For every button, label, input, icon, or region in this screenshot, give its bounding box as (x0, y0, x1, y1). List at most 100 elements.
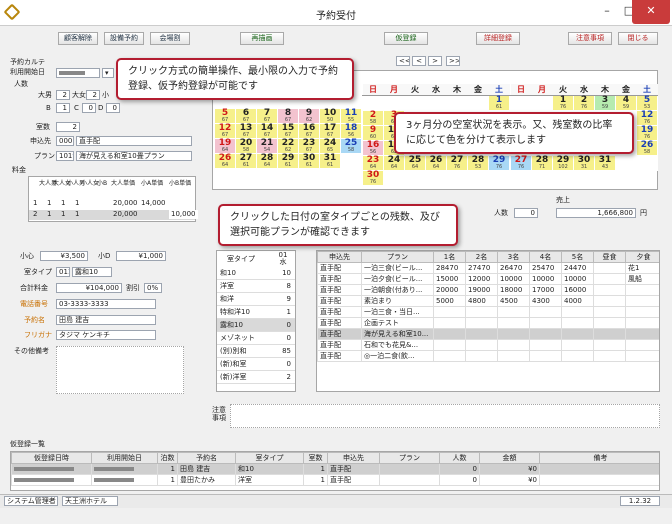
temp-register-button[interactable]: 仮登録 (384, 32, 428, 45)
cal-day[interactable]: 14 67 (256, 123, 278, 139)
total-input[interactable]: ¥104,000 (56, 283, 122, 293)
cal-day[interactable]: 28 53 (467, 155, 489, 171)
cal-day[interactable]: 30 61 (298, 153, 320, 169)
plan-row[interactable]: 直手配 素泊まり 5000 4800 4500 4300 4000 (317, 295, 659, 307)
cal-day[interactable]: 29 102 (552, 155, 574, 171)
cal-day[interactable]: 16 67 (298, 123, 320, 139)
cal-day[interactable]: 26 58 (636, 140, 658, 156)
plan-row-selected[interactable]: 直手配 海が見える和室10... (317, 328, 659, 340)
detail-register-button[interactable]: 詳細登録 (476, 32, 520, 45)
nav-prev-prev[interactable]: << (396, 56, 410, 66)
tel-input[interactable]: 03-3333-3333 (56, 299, 156, 309)
cal-day[interactable]: 21 54 (256, 138, 278, 154)
cal-day[interactable]: 26 64 (425, 155, 447, 171)
customer-clear-button[interactable]: 顧客解除 (58, 32, 98, 45)
kana-input[interactable]: タジマ ケンキチ (56, 330, 156, 340)
nav-next[interactable]: > (428, 56, 442, 66)
cal-day[interactable]: 9 60 (362, 125, 384, 141)
cal-day[interactable]: 1 61 (488, 95, 510, 111)
cal-day[interactable]: 29 76 (488, 155, 510, 171)
discount-input[interactable]: 0% (144, 283, 162, 293)
cal-day[interactable]: 4 59 (615, 95, 637, 111)
cal-day[interactable]: 29 61 (277, 153, 299, 169)
cal-day[interactable]: 24 65 (319, 138, 341, 154)
shoD-input[interactable]: ¥1,000 (116, 251, 166, 261)
cal-day[interactable]: 12 67 (214, 123, 236, 139)
roomtype-row[interactable]: 洋室 8 (217, 280, 295, 293)
adult-female-input[interactable]: 2 (86, 90, 100, 100)
cal-day[interactable]: 27 76 (446, 155, 468, 171)
plan-row[interactable]: 直手配 企画テスト (317, 317, 659, 329)
cal-day[interactable]: 8 67 (277, 108, 299, 124)
cal-day[interactable]: 23 67 (298, 138, 320, 154)
adult-male-input[interactable]: 2 (56, 90, 70, 100)
cal-day[interactable]: 31 43 (594, 155, 616, 171)
cal-day[interactable]: 18 56 (340, 123, 362, 139)
cal-day[interactable]: 31 61 (319, 153, 341, 169)
cal-day[interactable]: 23 64 (362, 155, 384, 171)
cal-day[interactable]: 2 76 (573, 95, 595, 111)
nav-prev[interactable]: < (412, 56, 426, 66)
cal-day[interactable]: 26 64 (214, 153, 236, 169)
cal-day[interactable]: 27 61 (235, 153, 257, 169)
roomtype-row[interactable]: 和洋 9 (217, 293, 295, 306)
redraw-button[interactable]: 再描画 (240, 32, 284, 45)
kari-row-selected[interactable]: 1 田島 建吉 和10 1 直手配 0 ¥0 (11, 463, 659, 475)
cal-day[interactable]: 19 64 (214, 138, 236, 154)
roomtype-name[interactable]: 露和10 (72, 267, 112, 277)
roomtype-row[interactable]: (新)和室 0 (217, 358, 295, 371)
applicant-code[interactable]: 000 (56, 136, 74, 146)
roomtype-row[interactable]: メゾネット 0 (217, 332, 295, 345)
cal-day[interactable]: 17 67 (319, 123, 341, 139)
cal-day[interactable]: 24 64 (383, 155, 405, 171)
plan-name[interactable]: 海が見える和室10畳プラン (76, 151, 192, 161)
d-input[interactable]: 0 (106, 103, 120, 113)
cal-day[interactable]: 3 59 (594, 95, 616, 111)
date-dropdown[interactable]: ▾ (102, 68, 114, 78)
cal-day[interactable]: 30 76 (362, 170, 384, 186)
roomtype-code[interactable]: 011 (56, 267, 70, 277)
cal-day[interactable]: 12 76 (636, 110, 658, 126)
close-button[interactable]: 閉じる (618, 32, 658, 45)
applicant-name[interactable]: 直手配 (76, 136, 192, 146)
notes-textarea[interactable] (230, 404, 660, 428)
nav-next-next[interactable]: >> (446, 56, 460, 66)
plan-row[interactable]: 直手配 石和でも花見&... (317, 339, 659, 351)
plan-row[interactable]: 直手配 一泊三食・当日... (317, 306, 659, 318)
plan-code[interactable]: 1019 (56, 151, 74, 161)
cal-day[interactable]: 20 58 (235, 138, 257, 154)
shokei-input[interactable]: ¥3,500 (40, 251, 88, 261)
plan-row[interactable]: 直手配 一泊朝食(付あり... 20000 19000 18000 17000 16000 (317, 284, 659, 296)
facility-reserve-button[interactable]: 設備予約 (104, 32, 144, 45)
fee-row[interactable]: 1 1 1 1 20,000 14,000 (29, 199, 195, 209)
roomtype-row[interactable]: (新)洋室 2 (217, 371, 295, 384)
cal-day[interactable]: 10 50 (319, 108, 341, 124)
roomtype-row-selected[interactable]: 露和10 0 (217, 319, 295, 332)
other-notes-textarea[interactable] (56, 346, 184, 394)
cal-day[interactable]: 6 67 (235, 108, 257, 124)
cal-day[interactable]: 25 64 (404, 155, 426, 171)
plan-row[interactable]: 直手配 一泊三食(ビール... 28470 27470 26470 25470 24470 花… (317, 262, 659, 274)
cal-day[interactable]: 19 76 (636, 125, 658, 141)
c-input[interactable]: 0 (82, 103, 96, 113)
roomtype-row[interactable]: (別)別和 85 (217, 345, 295, 358)
b-input[interactable]: 1 (56, 103, 70, 113)
notes-button[interactable]: 注意事項 (568, 32, 612, 45)
cal-day[interactable]: 25 58 (340, 138, 362, 154)
venue-assign-button[interactable]: 会場割 (150, 32, 190, 45)
rooms-input[interactable]: 2 (56, 122, 80, 132)
cal-day[interactable]: 27 76 (510, 155, 532, 171)
cal-day[interactable]: 30 31 (573, 155, 595, 171)
plan-row[interactable]: 直手配 一泊夕食(ビール... 15000 12000 10000 10000 10000 風… (317, 273, 659, 285)
cal-day[interactable]: 15 67 (277, 123, 299, 139)
kari-row[interactable]: 1 豊田たかみ 洋室 1 直手配 0 ¥0 (11, 474, 659, 486)
cal-day[interactable]: 13 67 (235, 123, 257, 139)
use-date-input[interactable] (56, 68, 100, 78)
cal-day[interactable]: 5 67 (214, 108, 236, 124)
roomtype-row[interactable]: 和10 10 (217, 267, 295, 280)
plan-row[interactable]: 直手配 ◎一泊二食(飲... (317, 350, 659, 362)
cal-day[interactable]: 22 62 (277, 138, 299, 154)
cal-day[interactable]: 7 67 (256, 108, 278, 124)
cal-day[interactable]: 9 62 (298, 108, 320, 124)
cal-day[interactable]: 16 56 (362, 140, 384, 156)
